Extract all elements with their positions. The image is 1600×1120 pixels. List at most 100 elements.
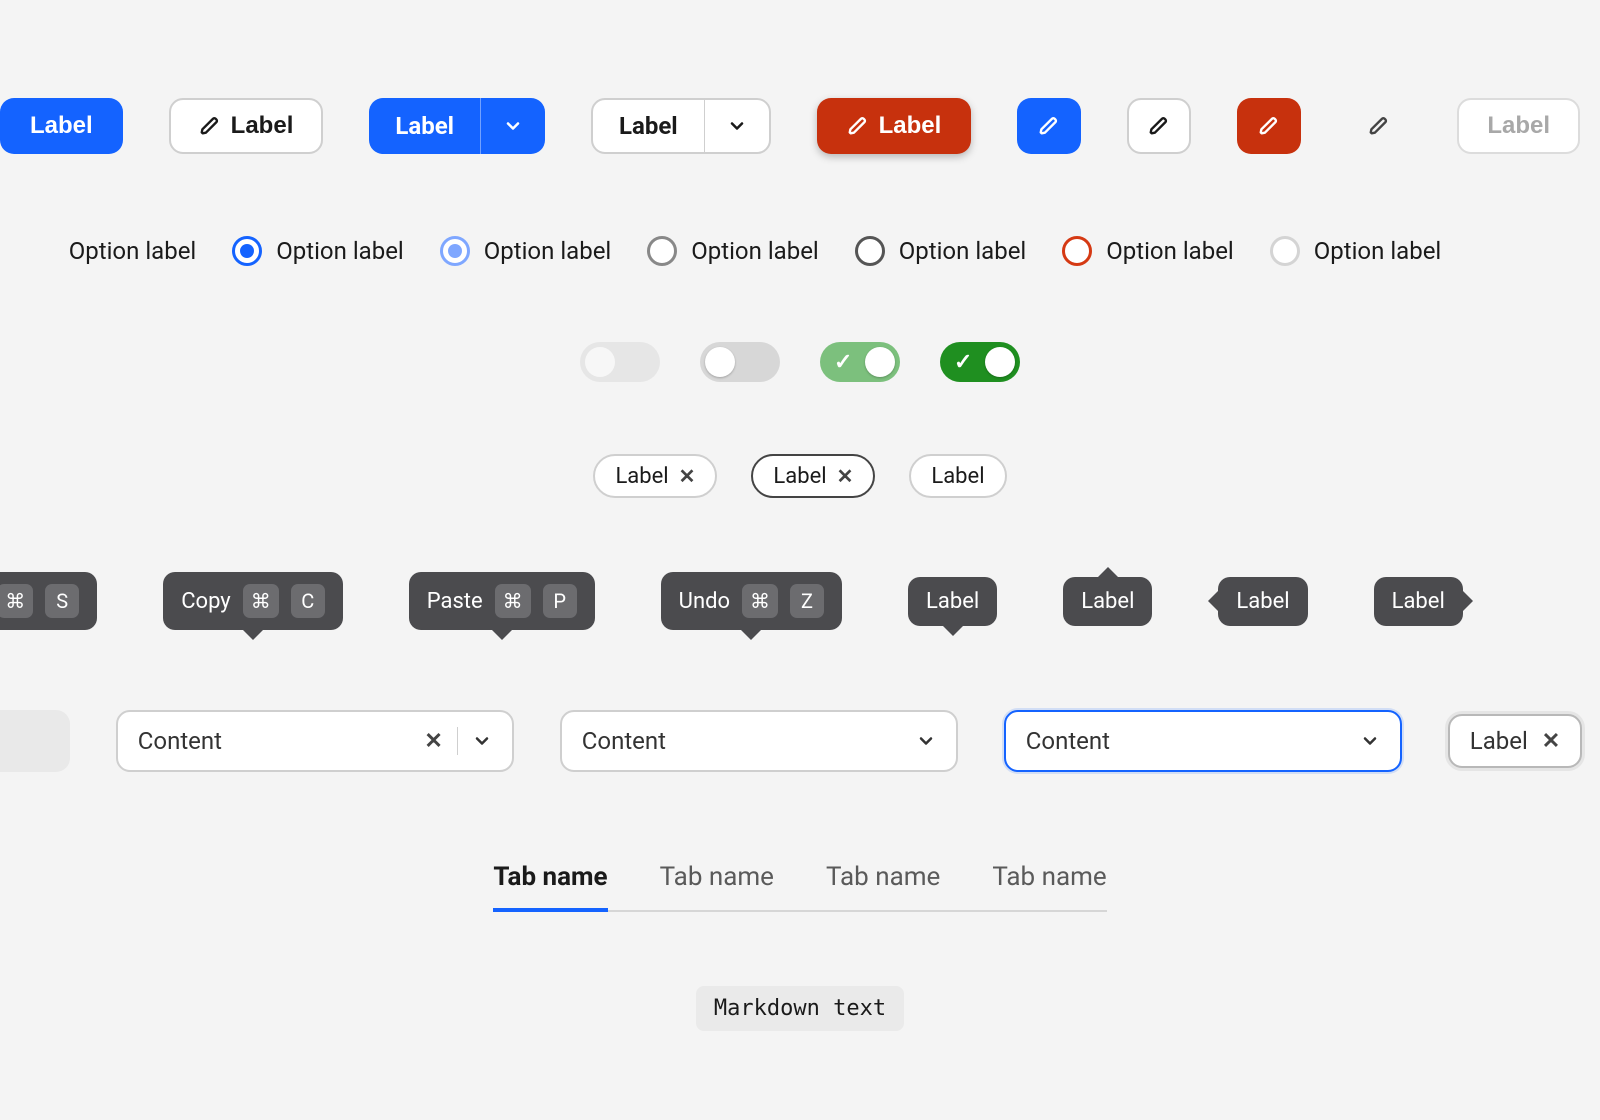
tooltip-label: Label <box>1392 589 1445 614</box>
tab-active[interactable]: Tab name <box>493 862 607 910</box>
tooltips-row: Save ⌘ S Copy ⌘ C Paste ⌘ P Undo ⌘ Z Lab… <box>0 572 1570 630</box>
chip-focused[interactable]: Label ✕ <box>751 454 875 498</box>
markdown-pill: Markdown text <box>696 986 904 1031</box>
chip[interactable]: Label ✕ <box>593 454 717 498</box>
toggle-on-soft[interactable]: ✓ <box>820 342 900 382</box>
tab-label: Tab name <box>992 862 1106 892</box>
chip-label: Label <box>615 464 668 489</box>
button-label: Label <box>593 100 704 152</box>
button-label: Label <box>30 112 93 140</box>
cmd-key: ⌘ <box>495 584 531 618</box>
radio-indicator <box>440 236 470 266</box>
markdown-row: Markdown text <box>0 986 1600 1031</box>
tooltip-label: Paste <box>427 589 483 614</box>
radio-indicator <box>232 236 262 266</box>
radio-option-unchecked[interactable]: Option label <box>647 236 819 266</box>
tooltip-undo: Undo ⌘ Z <box>661 572 842 630</box>
tooltip-copy: Copy ⌘ C <box>163 572 343 630</box>
tooltip-label: Label <box>1236 589 1289 614</box>
radio-row: Option label Option label Option label O… <box>0 236 1600 266</box>
tabs: Tab name Tab name Tab name Tab name <box>493 862 1106 912</box>
tab[interactable]: Tab name <box>660 862 774 910</box>
toggle-knob <box>985 347 1015 377</box>
tabs-row: Tab name Tab name Tab name Tab name <box>0 862 1600 912</box>
pencil-icon <box>1148 115 1170 137</box>
tooltip-plain-bottom: Label <box>908 577 997 626</box>
chevron-down-icon[interactable] <box>1360 731 1380 751</box>
shortcut-key: Z <box>790 584 824 618</box>
chevron-down-icon[interactable] <box>472 731 492 751</box>
toggle-off[interactable] <box>700 342 780 382</box>
button-label: Label <box>231 112 294 140</box>
radio-label: Option label <box>1314 237 1442 265</box>
dropdown-trigger[interactable] <box>481 98 545 154</box>
check-icon: ✓ <box>954 350 972 375</box>
toggle-off-disabled <box>580 342 660 382</box>
tooltip-label: Copy <box>181 589 231 614</box>
tab[interactable]: Tab name <box>826 862 940 910</box>
pencil-icon <box>1038 115 1060 137</box>
icon-button-ghost[interactable] <box>1347 98 1411 154</box>
radio-label: Option label <box>69 237 197 265</box>
radio-indicator <box>647 236 677 266</box>
divider <box>457 727 458 755</box>
radio-indicator <box>1062 236 1092 266</box>
close-icon[interactable]: ✕ <box>1542 729 1560 754</box>
pencil-icon <box>847 115 869 137</box>
button-label: Label <box>879 112 942 140</box>
chevron-down-icon[interactable] <box>916 731 936 751</box>
close-icon[interactable]: ✕ <box>679 464 696 488</box>
tooltip-paste: Paste ⌘ P <box>409 572 595 630</box>
placeholder-block <box>0 710 70 772</box>
toggle-on[interactable]: ✓ <box>940 342 1020 382</box>
radio-indicator <box>855 236 885 266</box>
cmd-key: ⌘ <box>742 584 778 618</box>
toggle-knob <box>705 347 735 377</box>
chip-label: Label <box>931 464 984 489</box>
icon-button-danger[interactable] <box>1237 98 1301 154</box>
radio-option-checked[interactable]: Option label <box>232 236 404 266</box>
cmd-key: ⌘ <box>243 584 279 618</box>
icon-button-primary[interactable] <box>1017 98 1081 154</box>
radio-option-error[interactable]: Option label <box>1062 236 1234 266</box>
tab[interactable]: Tab name <box>992 862 1106 910</box>
chip-label: Label <box>773 464 826 489</box>
combobox-focused[interactable]: Content <box>1004 710 1402 772</box>
disabled-button: Label <box>1457 98 1580 154</box>
shortcut-key: C <box>291 584 325 618</box>
radio-option-unchecked[interactable]: Option label <box>855 236 1027 266</box>
icon-button-outline[interactable] <box>1127 98 1191 154</box>
pencil-icon <box>1258 115 1280 137</box>
pencil-icon <box>199 115 221 137</box>
buttons-row: Label Label Label Label Label Label <box>0 98 1590 154</box>
dropdown-trigger[interactable] <box>705 100 769 152</box>
tab-label: Tab name <box>826 862 940 892</box>
tooltip-plain-top: Label <box>1063 577 1152 626</box>
shortcut-key: S <box>45 584 79 618</box>
split-primary-button[interactable]: Label <box>369 98 545 154</box>
combobox-pill[interactable]: Label ✕ <box>1448 714 1582 768</box>
danger-button[interactable]: Label <box>817 98 972 154</box>
button-label: Label <box>369 98 480 154</box>
radio-option-disabled: Option label <box>1270 236 1442 266</box>
chip-plain[interactable]: Label <box>909 454 1006 498</box>
split-outline-button[interactable]: Label <box>591 98 771 154</box>
tooltip-save: Save ⌘ S <box>0 572 97 630</box>
outline-button[interactable]: Label <box>169 98 324 154</box>
tooltip-label: Label <box>926 589 979 614</box>
primary-button[interactable]: Label <box>0 98 123 154</box>
chevron-down-icon <box>727 116 747 136</box>
radio-label: Option label <box>899 237 1027 265</box>
tooltip-label: Label <box>1081 589 1134 614</box>
combobox[interactable]: Content <box>560 710 958 772</box>
pencil-icon <box>1368 115 1390 137</box>
radio-option-checked-soft[interactable]: Option label <box>440 236 612 266</box>
radio-label: Option label <box>484 237 612 265</box>
chevron-down-icon <box>503 116 523 136</box>
combobox-clearable[interactable]: Content ✕ <box>116 710 514 772</box>
toggles-row: ✓ ✓ <box>0 342 1600 382</box>
combobox-value: Content <box>582 727 666 755</box>
close-icon[interactable]: ✕ <box>837 464 854 488</box>
close-icon[interactable]: ✕ <box>424 729 442 754</box>
radio-option[interactable]: Option label <box>69 237 197 265</box>
